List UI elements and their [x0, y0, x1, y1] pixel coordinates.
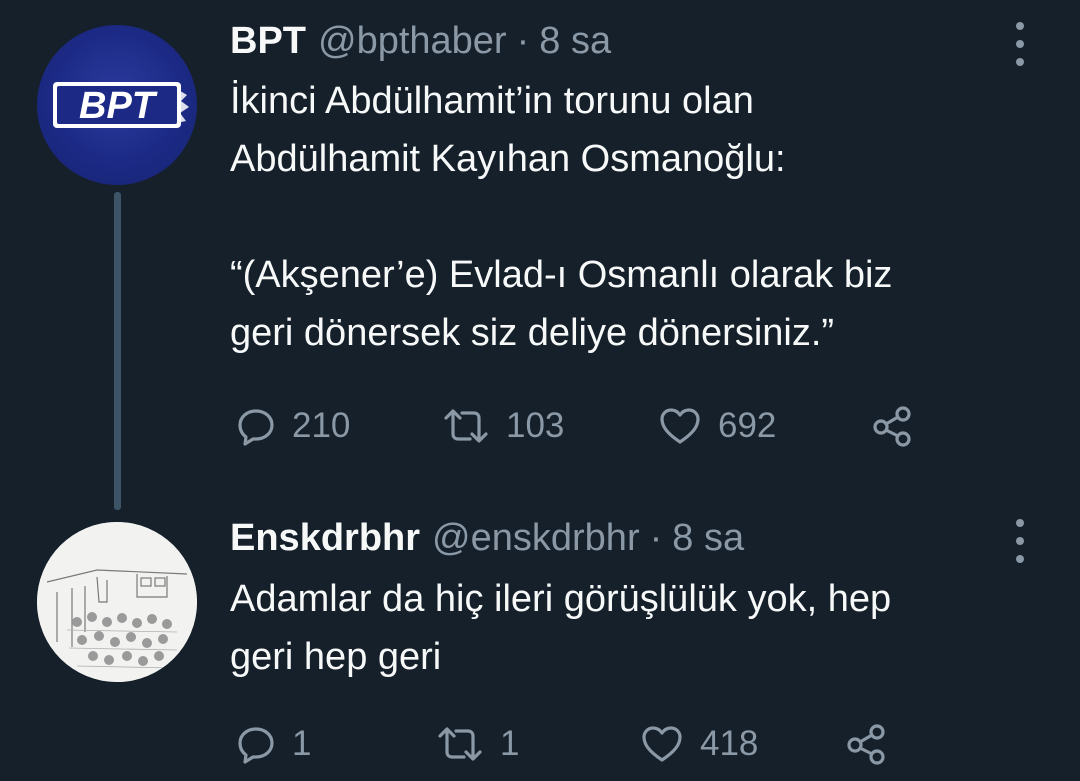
bpt-logo: BPT — [53, 82, 189, 128]
display-name[interactable]: Enskdrbhr — [230, 517, 420, 560]
tweet-bpt[interactable]: BPT BPT @bpthaber · 8 sa İkinci Abdülham… — [0, 0, 1080, 505]
heart-icon — [660, 408, 700, 444]
timestamp[interactable]: 8 sa — [672, 517, 744, 560]
share-icon — [873, 406, 911, 447]
reply-icon — [238, 409, 274, 446]
retweet-count: 103 — [506, 406, 565, 445]
reply-count: 1 — [292, 724, 312, 763]
more-options-icon[interactable] — [1008, 519, 1032, 563]
reply-icon — [238, 727, 274, 764]
separator-dot: · — [649, 517, 663, 559]
like-button[interactable]: 692 — [658, 396, 776, 456]
share-button[interactable] — [870, 396, 914, 456]
tweet-text-line: geri hep geri — [230, 636, 442, 678]
bpt-logo-text: BPT — [79, 85, 158, 127]
retweet-button[interactable]: 103 — [442, 396, 564, 456]
tweet-enskdrbhr[interactable]: Enskdrbhr @enskdrbhr · 8 sa Adamlar da h… — [0, 505, 1080, 781]
sketch-image — [37, 522, 197, 682]
retweet-button[interactable]: 1 — [436, 714, 519, 774]
tweet-text: Adamlar da hiç ileri görüşlülük yok, hep… — [230, 570, 1030, 686]
tweet-header: Enskdrbhr @enskdrbhr · 8 sa — [230, 517, 744, 567]
tweet-text-line: geri dönersek siz deliye dönersiniz.” — [230, 312, 835, 354]
like-count: 418 — [700, 724, 759, 763]
user-handle[interactable]: @bpthaber — [318, 20, 507, 63]
share-icon — [847, 724, 885, 765]
separator-dot: · — [516, 20, 530, 62]
tweet-text: İkinci Abdülhamit’in torunu olan Abdülha… — [230, 72, 1030, 362]
like-button[interactable]: 418 — [640, 714, 758, 774]
tweet-text-line: Abdülhamit Kayıhan Osmanoğlu: — [230, 138, 786, 180]
retweet-icon — [438, 727, 482, 761]
tweet-text-line: İkinci Abdülhamit’in torunu olan — [230, 80, 754, 122]
user-handle[interactable]: @enskdrbhr — [432, 517, 640, 560]
reply-button[interactable]: 210 — [236, 396, 350, 456]
reply-count: 210 — [292, 406, 351, 445]
display-name[interactable]: BPT — [230, 20, 306, 63]
tweet-text-line: Adamlar da hiç ileri görüşlülük yok, hep — [230, 578, 892, 620]
more-options-icon[interactable] — [1008, 22, 1032, 66]
timestamp[interactable]: 8 sa — [539, 20, 611, 63]
retweet-icon — [444, 409, 488, 443]
heart-icon — [642, 726, 682, 762]
share-button[interactable] — [844, 714, 888, 774]
avatar-enskdrbhr[interactable] — [37, 522, 197, 682]
avatar-bpt[interactable]: BPT — [37, 25, 197, 185]
retweet-count: 1 — [500, 724, 520, 763]
tweet-text-line — [230, 188, 1030, 246]
tweet-header: BPT @bpthaber · 8 sa — [230, 20, 611, 70]
reply-button[interactable]: 1 — [236, 714, 311, 774]
tweet-text-line: “(Akşener’e) Evlad-ı Osmanlı olarak biz — [230, 254, 893, 296]
like-count: 692 — [718, 406, 777, 445]
